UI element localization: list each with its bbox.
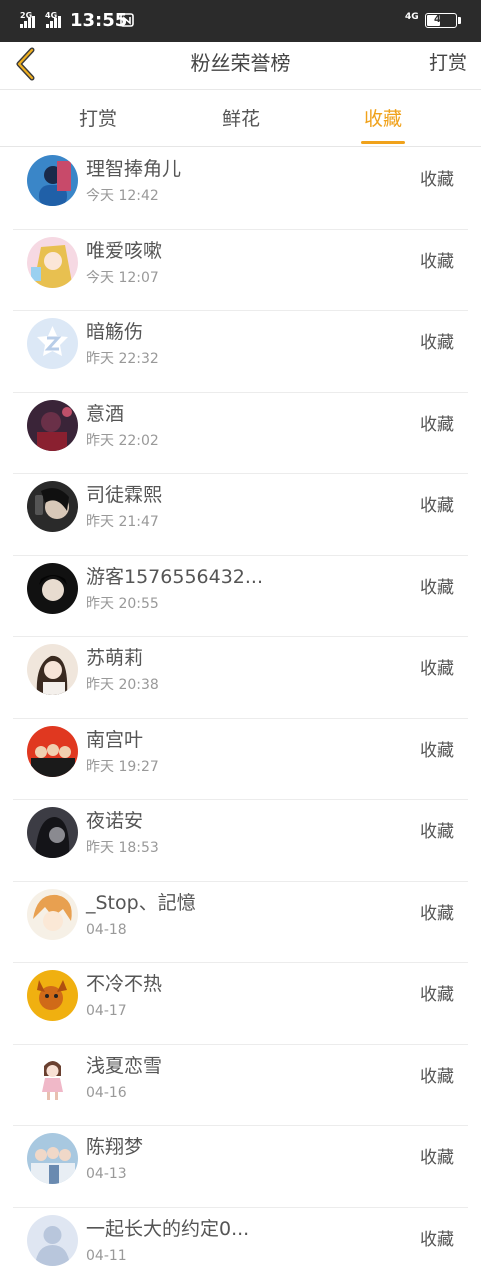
- fan-time: 今天 12:42: [86, 188, 159, 204]
- avatar: [27, 562, 78, 614]
- fan-time: 昨天 18:53: [86, 840, 159, 856]
- avatar: [27, 236, 78, 288]
- avatar: [27, 155, 78, 206]
- fan-time: 04-16: [86, 1084, 127, 1101]
- battery-cap: [458, 17, 461, 24]
- app-header: 粉丝荣誉榜 打赏: [0, 42, 481, 90]
- tab-flowers[interactable]: 鲜花: [186, 90, 296, 147]
- fan-name: 南宫叶: [86, 728, 144, 751]
- list-item[interactable]: 司徒霖熙 昨天 21:47 收藏: [0, 474, 481, 556]
- gift-type: 收藏: [420, 1066, 454, 1087]
- fan-time: 04-17: [86, 1003, 127, 1019]
- fan-name: 意酒: [86, 402, 125, 425]
- gift-type: 收藏: [420, 659, 454, 679]
- list-item[interactable]: 理智捧角儿 今天 12:42 收藏: [0, 148, 481, 230]
- list-item[interactable]: 陈翔梦 04-13 收藏: [0, 1126, 481, 1208]
- tab-label: 鲜花: [221, 108, 260, 130]
- fan-time: 昨天 20:55: [86, 595, 159, 612]
- avatar: [27, 481, 78, 532]
- fan-name: 司徒霖熙: [86, 484, 163, 506]
- battery-icon: 47: [425, 13, 457, 28]
- signal-sim2-icon: [46, 16, 62, 28]
- fan-list: 理智捧角儿 今天 12:42 收藏 唯爱咳嗽 今天 12:07 收藏 暗觞伤 昨…: [0, 148, 481, 1280]
- gift-type: 收藏: [420, 903, 454, 924]
- fan-name: _Stop、記憶: [86, 891, 196, 914]
- list-item[interactable]: 浅夏恋雪 04-16 收藏: [0, 1045, 481, 1127]
- fan-time: 04-13: [86, 1166, 127, 1182]
- avatar: [27, 807, 78, 858]
- list-item[interactable]: 不冷不热 04-17 收藏: [0, 963, 481, 1045]
- avatar: [27, 970, 78, 1021]
- fan-name: 苏萌莉: [86, 647, 144, 669]
- gift-type: 收藏: [420, 985, 454, 1005]
- clock: 13:55: [70, 10, 128, 31]
- gift-type: 收藏: [420, 1148, 454, 1168]
- fan-time: 昨天 22:32: [86, 351, 159, 367]
- fan-time: 04-11: [86, 1247, 127, 1264]
- fan-name: 陈翔梦: [86, 1136, 144, 1158]
- gift-type: 收藏: [420, 577, 454, 598]
- fan-name: 理智捧角儿: [86, 158, 182, 180]
- fan-name: 浅夏恋雪: [86, 1054, 163, 1077]
- gift-type: 收藏: [420, 1229, 454, 1250]
- gift-type: 收藏: [420, 251, 454, 272]
- status-bar: 2G 4G 13:55 4G 47: [0, 0, 481, 42]
- list-item[interactable]: 南宫叶 昨天 19:27 收藏: [0, 719, 481, 801]
- tab-bar: 打赏 鲜花 收藏: [0, 90, 481, 147]
- avatar: [27, 1214, 78, 1266]
- tab-reward[interactable]: 打赏: [43, 90, 153, 147]
- list-item[interactable]: 苏萌莉 昨天 20:38 收藏: [0, 637, 481, 719]
- gift-type: 收藏: [420, 333, 454, 353]
- gift-type: 收藏: [420, 496, 454, 516]
- fan-name: 游客1576556432...: [86, 565, 264, 588]
- list-item[interactable]: 暗觞伤 昨天 22:32 收藏: [0, 311, 481, 393]
- fan-name: 暗觞伤: [86, 321, 144, 343]
- avatar: [27, 1051, 78, 1103]
- list-item[interactable]: 游客1576556432... 昨天 20:55 收藏: [0, 556, 481, 638]
- avatar: [27, 318, 78, 369]
- signal-sim1-icon: [20, 16, 36, 28]
- tab-favorites[interactable]: 收藏: [328, 90, 438, 147]
- fan-name: 一起长大的约定0...: [86, 1217, 250, 1240]
- fan-time: 昨天 19:27: [86, 758, 159, 775]
- gift-type: 收藏: [420, 822, 454, 842]
- list-item[interactable]: 唯爱咳嗽 今天 12:07 收藏: [0, 230, 481, 312]
- tab-label: 打赏: [78, 108, 117, 130]
- battery-percent: 47: [434, 14, 448, 25]
- fan-name: 唯爱咳嗽: [86, 239, 163, 262]
- fan-time: 昨天 22:02: [86, 432, 159, 449]
- avatar: [27, 644, 78, 695]
- fan-name: 不冷不热: [86, 973, 163, 995]
- fan-time: 04-18: [86, 921, 127, 938]
- avatar: [27, 888, 78, 940]
- list-item[interactable]: 一起长大的约定0... 04-11 收藏: [0, 1208, 481, 1280]
- fan-time: 昨天 21:47: [86, 514, 159, 530]
- tab-label: 收藏: [363, 108, 402, 130]
- list-item[interactable]: _Stop、記憶 04-18 收藏: [0, 882, 481, 964]
- network-type-right: 4G: [405, 12, 419, 22]
- reward-button[interactable]: 打赏: [429, 42, 467, 84]
- fan-name: 夜诺安: [86, 810, 144, 832]
- list-item[interactable]: 夜诺安 昨天 18:53 收藏: [0, 800, 481, 882]
- nfc-icon: [120, 13, 134, 27]
- gift-type: 收藏: [420, 414, 454, 435]
- avatar: [27, 1133, 78, 1184]
- avatar: [27, 725, 78, 777]
- fan-time: 今天 12:07: [86, 269, 159, 286]
- active-tab-indicator: [361, 141, 405, 144]
- gift-type: 收藏: [420, 170, 454, 190]
- gift-type: 收藏: [420, 740, 454, 761]
- page-title: 粉丝荣誉榜: [190, 51, 291, 75]
- fan-time: 昨天 20:38: [86, 677, 159, 693]
- list-item[interactable]: 意酒 昨天 22:02 收藏: [0, 393, 481, 475]
- avatar: [27, 399, 78, 451]
